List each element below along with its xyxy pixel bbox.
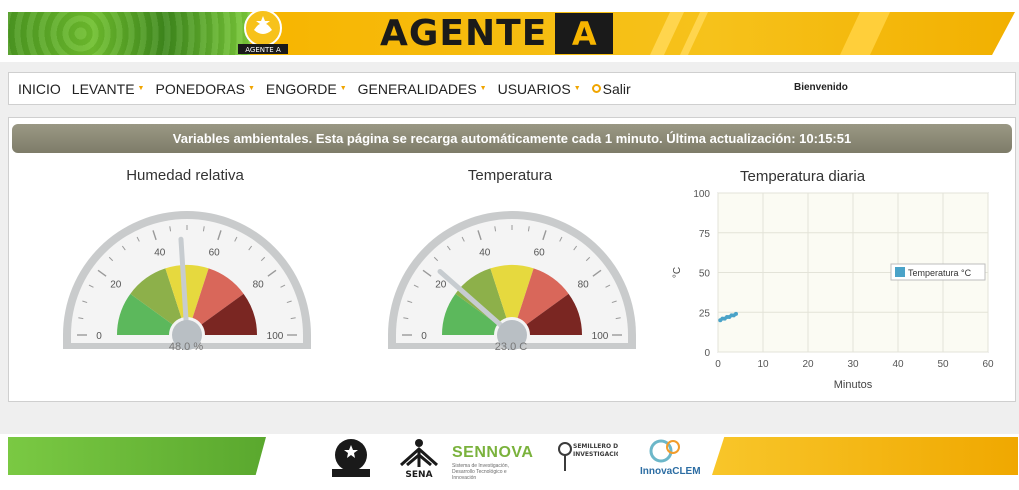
temperature-gauge-title: Temperatura	[467, 167, 553, 184]
humidity-gauge-tick-label: 60	[209, 247, 221, 258]
chart-x-tick-label: 60	[982, 359, 994, 370]
innovaclem-label: InnovaCLEM	[640, 466, 701, 477]
humidity-gauge: 0 20 40 60 80 100	[63, 211, 311, 350]
logout-icon	[591, 84, 601, 93]
welcome-text: Bienvenido	[794, 82, 848, 93]
chart-x-tick-label: 30	[847, 359, 859, 370]
semillero-label: SEMILLERO DE	[573, 443, 618, 450]
banner-yellow-band	[250, 12, 1015, 55]
humidity-gauge-title: Humedad relativa	[126, 167, 244, 184]
sena-label: SENA	[405, 470, 432, 479]
chart-y-tick-label: 0	[704, 348, 710, 359]
nav-item-label: GENERALIDADES	[357, 80, 477, 97]
caret-down-icon: ▼	[137, 85, 145, 92]
nav-item-ponedoras[interactable]: PONEDORAS ▼	[155, 81, 254, 97]
nav-item-usuarios[interactable]: USUARIOS ▼	[498, 81, 581, 97]
nav-item-label: LEVANTE	[71, 80, 135, 97]
temperature-gauge-tick-label: 60	[534, 247, 546, 258]
nav-item-generalidades[interactable]: GENERALIDADES ▼	[358, 81, 487, 97]
humidity-gauge-tick-label: 80	[253, 279, 265, 290]
nav-item-inicio[interactable]: INICIO	[18, 81, 61, 97]
chart-data-point	[734, 311, 738, 316]
caret-down-icon: ▼	[573, 85, 581, 92]
temperature-gauge-tick-label: 20	[435, 279, 447, 290]
nav-item-label: ENGORDE	[265, 80, 337, 97]
chart-legend-label: Temperatura °C	[908, 268, 972, 278]
chart-x-tick-label: 50	[937, 359, 949, 370]
chart-y-tick-label: 75	[699, 229, 711, 240]
chart-title: Temperatura diaria	[740, 168, 866, 185]
sennova-logo: SENNOVA	[452, 444, 534, 461]
nav-item-label: PONEDORAS	[155, 80, 245, 97]
temperature-gauge: 0 20 40 60 80 100	[388, 211, 636, 350]
footer	[0, 434, 1019, 490]
humidity-gauge-tick-label: 20	[110, 279, 122, 290]
agente-a-badge-logo: AGENTE A	[238, 9, 288, 54]
daily-temperature-chart: 0 10 20 30 40 50 60 0 25 50 75 100 Minutos °C Temperat…	[672, 189, 994, 391]
app-title-letter: A	[555, 13, 614, 54]
badge-label: AGENTE A	[245, 46, 281, 54]
temperature-gauge-tick-label: 0	[421, 331, 427, 342]
logout-label: Salir	[602, 80, 631, 97]
temperature-value: 23.0 C	[494, 341, 528, 353]
semillero-logo: SEMILLERO DE INVESTIGACIÓN	[558, 442, 618, 471]
panel-header: Variables ambientales. Esta página se re…	[12, 124, 1012, 153]
app-title-text: AGENTE	[380, 13, 548, 54]
caret-down-icon: ▼	[339, 85, 347, 92]
chart-x-tick-label: 0	[715, 359, 721, 370]
chart-legend-swatch	[895, 267, 905, 277]
humidity-gauge-tick-label: 40	[154, 247, 166, 258]
logout-link[interactable]: Salir	[591, 80, 631, 97]
footer-yellow-band	[712, 437, 1018, 475]
nav-item-engorde[interactable]: ENGORDE ▼	[266, 81, 347, 97]
chart-x-axis-label: Minutos	[834, 379, 873, 391]
app-title: AGENTE A	[380, 13, 614, 54]
caret-down-icon: ▼	[247, 85, 255, 92]
header-banner: AGENTE A AGENTE A	[0, 0, 1019, 62]
temperature-gauge-tick-label: 80	[578, 279, 590, 290]
chart-y-tick-label: 100	[693, 189, 710, 200]
sena-logo: SENA	[400, 439, 438, 479]
chart-y-tick-label: 50	[699, 269, 711, 280]
nav-item-label: USUARIOS	[497, 80, 571, 97]
footer-green-band	[8, 437, 266, 475]
temperature-gauge-tick-label: 100	[592, 331, 609, 342]
chart-y-tick-label: 25	[699, 308, 711, 319]
banner-green-pattern	[8, 12, 250, 55]
temperature-gauge-tick-label: 40	[479, 247, 491, 258]
humidity-gauge-tick-label: 100	[267, 331, 284, 342]
nav-item-levante[interactable]: LEVANTE ▼	[72, 81, 145, 97]
sennova-subtitle: Sistema de Investigación, Desarrollo Tec…	[452, 463, 509, 481]
caret-down-icon: ▼	[479, 85, 487, 92]
chart-x-tick-label: 20	[802, 359, 814, 370]
semillero-label-2: INVESTIGACIÓN	[573, 451, 618, 458]
main-navigation: INICIO LEVANTE ▼ PONEDORAS ▼ ENGORDE ▼ GENE…	[8, 72, 1016, 105]
humidity-gauge-tick-label: 0	[96, 331, 102, 342]
chart-x-tick-label: 40	[892, 359, 904, 370]
humidity-value: 48.0 %	[168, 341, 204, 353]
agente-a-footer-logo	[332, 439, 370, 477]
nav-item-label: INICIO	[18, 80, 61, 97]
chart-x-tick-label: 10	[757, 359, 769, 370]
innovaclem-logo	[649, 439, 680, 463]
chart-y-axis-label: °C	[672, 267, 683, 278]
